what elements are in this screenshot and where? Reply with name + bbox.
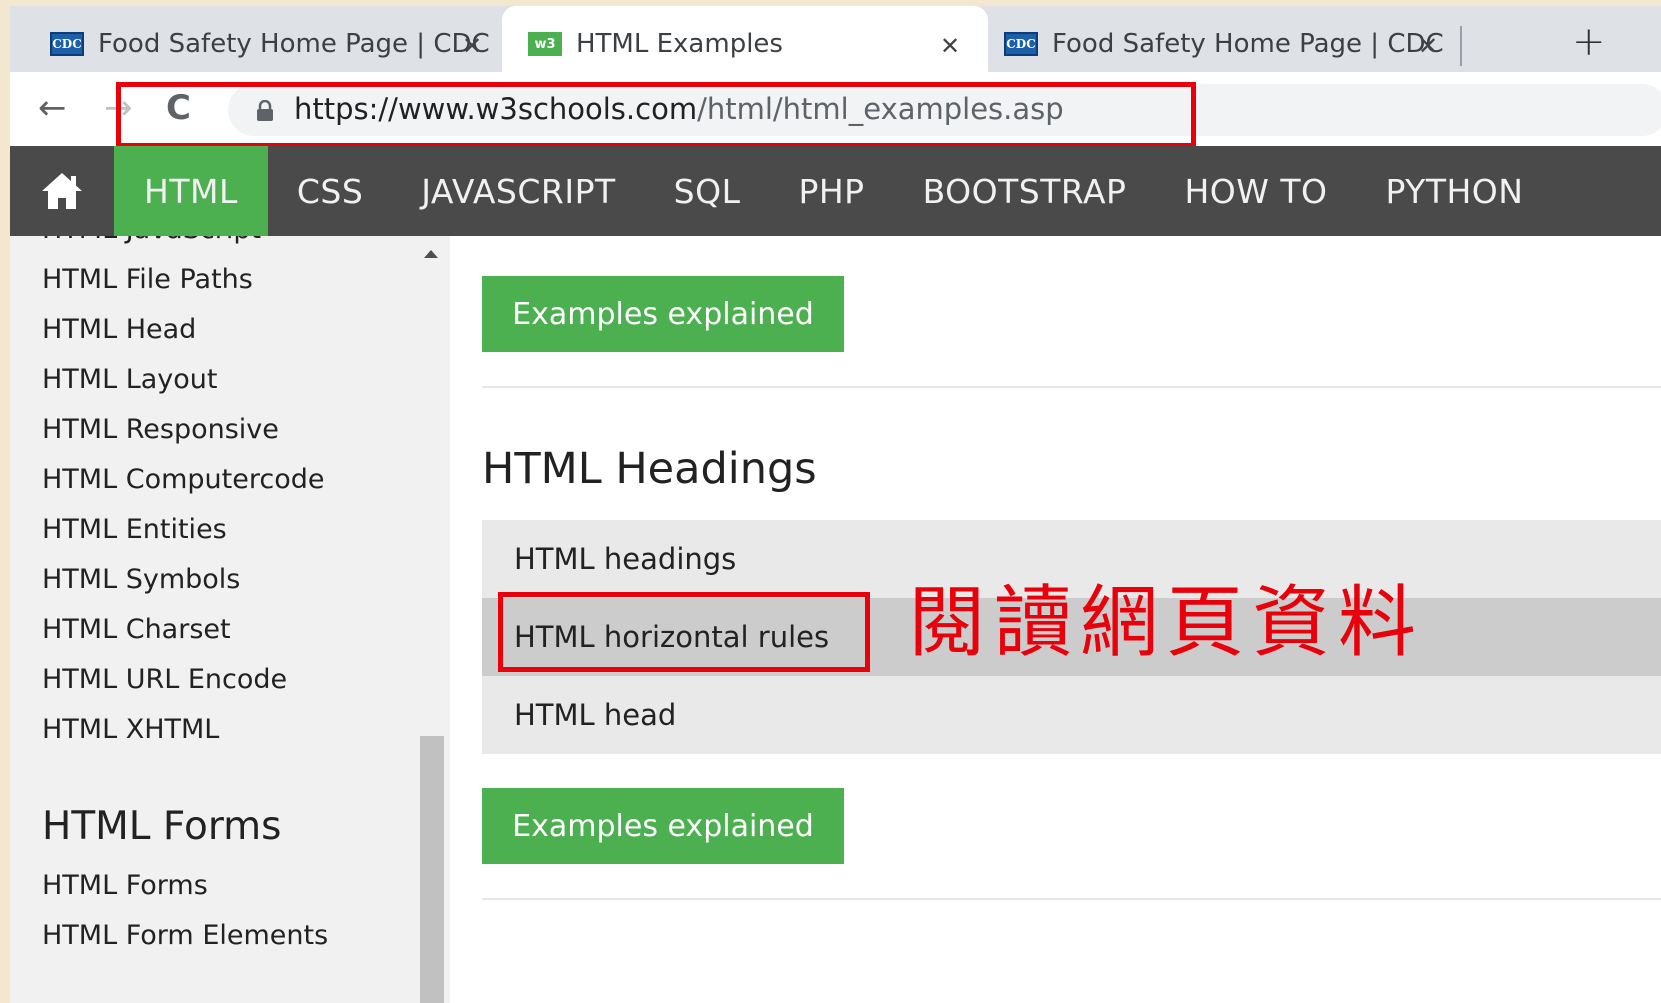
forward-icon[interactable]: → [104,88,133,128]
sidebar-item[interactable]: HTML Symbols [42,564,240,595]
close-tab-icon[interactable]: ✕ [940,32,960,60]
divider [482,386,1661,388]
browser-toolbar: ← → C https://www.w3schools.com/html/htm… [10,72,1661,148]
home-icon [42,173,82,209]
browser-window: CDC Food Safety Home Page | CDC ✕ w3 HTM… [10,6,1661,1003]
sidebar-item[interactable]: HTML File Paths [42,264,253,295]
scroll-up-arrow-icon[interactable] [424,250,438,258]
close-tab-icon[interactable]: ✕ [1418,32,1438,60]
nav-how-to[interactable]: HOW TO [1155,146,1356,236]
divider [482,898,1661,900]
tab-title: Food Safety Home Page | CDC [98,29,490,59]
sidebar-item-html-javascript[interactable]: HTML JavaScript [42,236,261,245]
tab-cdc-2[interactable]: CDC Food Safety Home Page | CDC ✕ [988,6,1466,82]
examples-explained-button[interactable]: Examples explained [482,276,844,352]
new-tab-button[interactable]: + [1572,22,1606,62]
tab-title: Food Safety Home Page | CDC [1052,29,1444,59]
sidebar-item[interactable]: HTML Layout [42,364,218,395]
sidebar-item[interactable]: HTML XHTML [42,714,219,745]
sidebar-scrollbar-thumb[interactable] [420,736,444,1003]
lock-icon [257,100,273,121]
url-path: /html/html_examples.asp [697,92,1064,126]
sidebar-item[interactable]: HTML Entities [42,514,227,545]
example-link-head[interactable]: HTML head [482,676,1661,754]
sidebar-item[interactable]: HTML Head [42,314,196,345]
home-button[interactable] [10,146,114,236]
nav-python[interactable]: PYTHON [1356,146,1552,236]
reload-icon[interactable]: C [166,88,191,128]
site-top-nav: HTML CSS JAVASCRIPT SQL PHP BOOTSTRAP HO… [10,146,1661,236]
nav-php[interactable]: PHP [769,146,893,236]
cdc-favicon-icon: CDC [1004,32,1038,56]
examples-explained-button[interactable]: Examples explained [482,788,844,864]
sidebar-item[interactable]: HTML Form Elements [42,920,328,951]
tab-html-examples[interactable]: w3 HTML Examples ✕ [502,6,988,82]
section-heading: HTML Headings [482,444,817,494]
tab-cdc-1[interactable]: CDC Food Safety Home Page | CDC ✕ [10,6,502,82]
nav-bootstrap[interactable]: BOOTSTRAP [894,146,1156,236]
cdc-favicon-icon: CDC [50,32,84,56]
sidebar: HTML JavaScript HTML File Paths HTML Hea… [10,236,450,1003]
sidebar-item[interactable]: HTML Charset [42,614,231,645]
nav-sql[interactable]: SQL [645,146,770,236]
w3schools-favicon-icon: w3 [528,32,562,56]
back-icon[interactable]: ← [38,88,67,128]
sidebar-heading-forms: HTML Forms [42,804,282,849]
sidebar-item[interactable]: HTML Forms [42,870,208,901]
nav-html[interactable]: HTML [114,146,268,236]
sidebar-item[interactable]: HTML Responsive [42,414,279,445]
nav-css[interactable]: CSS [268,146,392,236]
url-host: https://www.w3schools.com [294,92,698,126]
close-tab-icon[interactable]: ✕ [462,32,482,60]
sidebar-item[interactable]: HTML Computercode [42,464,324,495]
annotation-text: 閱讀網頁資料 [908,578,1425,668]
sidebar-item[interactable]: HTML URL Encode [42,664,287,695]
nav-javascript[interactable]: JAVASCRIPT [392,146,644,236]
main-content: Examples explained HTML Headings HTML he… [450,236,1661,1003]
url-text[interactable]: https://www.w3schools.com/html/html_exam… [294,92,1064,126]
tab-title: HTML Examples [576,29,783,59]
tab-strip: CDC Food Safety Home Page | CDC ✕ w3 HTM… [10,6,1661,82]
address-bar[interactable]: https://www.w3schools.com/html/html_exam… [228,84,1661,136]
tab-separator [1460,26,1462,66]
